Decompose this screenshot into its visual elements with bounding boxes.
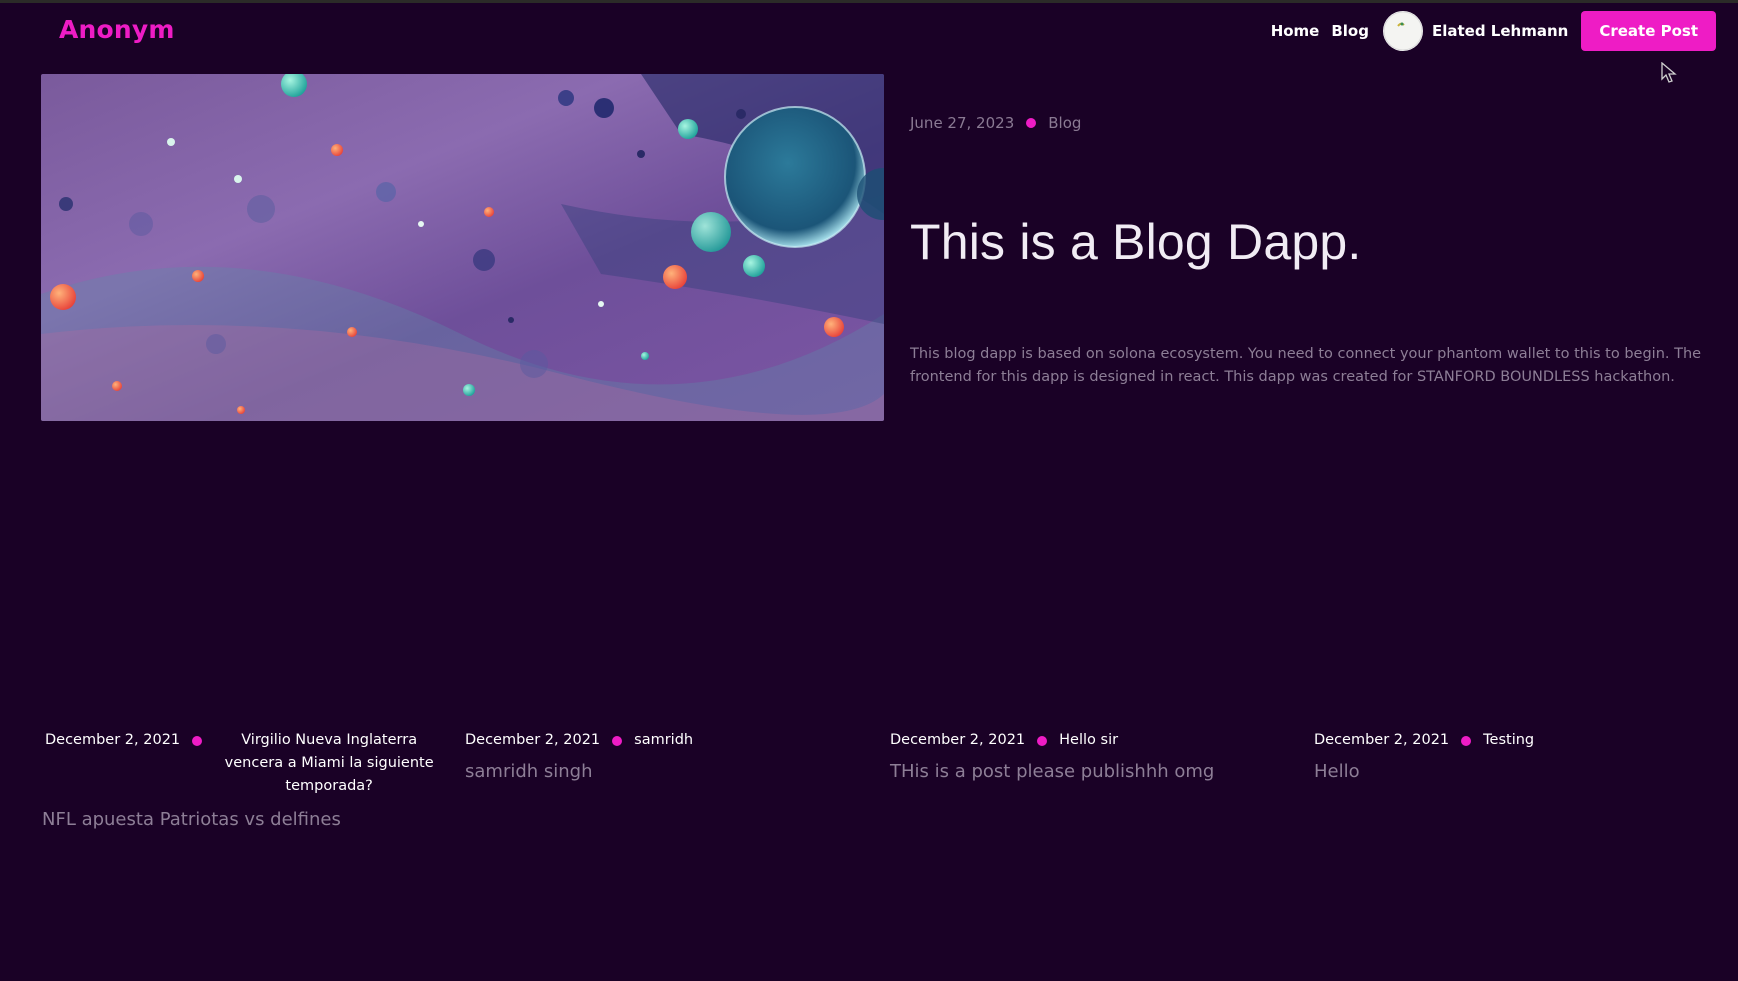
hero-image[interactable] — [41, 74, 884, 421]
page: Anonym Home Blog Elated Lehmann Create P… — [0, 0, 1738, 981]
bullet-dot-icon — [1037, 736, 1048, 746]
hero-meta: June 27, 2023 Blog — [910, 114, 1081, 132]
hero-description: This blog dapp is based on solona ecosys… — [910, 346, 1702, 385]
user-name[interactable]: Elated Lehmann — [1432, 22, 1568, 40]
post-date: December 2, 2021 — [890, 732, 1026, 748]
create-post-button[interactable]: Create Post — [1581, 11, 1716, 51]
bullet-dot-icon — [1026, 118, 1037, 128]
post-title[interactable]: NFL apuesta Patriotas vs delfines — [42, 809, 445, 830]
post-date: December 2, 2021 — [465, 732, 601, 748]
post-title[interactable]: samridh singh — [465, 761, 693, 782]
nav-home-link[interactable]: Home — [1271, 22, 1320, 40]
post-title[interactable]: Hello — [1314, 761, 1534, 782]
post-meta: December 2, 2021 Virgilio Nueva Inglater… — [45, 729, 445, 798]
post-meta: December 2, 2021 Hello sir — [890, 729, 1214, 752]
post-card[interactable]: December 2, 2021 Testing Hello — [1314, 729, 1534, 782]
hero-date: June 27, 2023 — [910, 114, 1015, 132]
hero-title[interactable]: This is a Blog Dapp. — [910, 213, 1361, 271]
post-category: samridh — [634, 732, 694, 748]
nav-blog-link[interactable]: Blog — [1331, 22, 1369, 40]
post-meta: December 2, 2021 samridh — [465, 729, 693, 752]
post-category: Testing — [1483, 732, 1535, 748]
brand-logo[interactable]: Anonym — [59, 15, 175, 44]
post-card[interactable]: December 2, 2021 Virgilio Nueva Inglater… — [42, 729, 445, 830]
post-category: Hello sir — [1059, 732, 1119, 748]
hero-category[interactable]: Blog — [1048, 114, 1081, 132]
bullet-dot-icon — [612, 736, 623, 746]
post-card[interactable]: December 2, 2021 Hello sir THis is a pos… — [890, 729, 1214, 782]
bullet-dot-icon — [192, 736, 203, 746]
post-card[interactable]: December 2, 2021 samridh samridh singh — [465, 729, 693, 782]
post-date: December 2, 2021 — [45, 732, 181, 748]
top-nav: Home Blog Elated Lehmann Create Post — [1271, 10, 1716, 52]
mouse-cursor-icon — [1660, 61, 1678, 88]
avatar-icon[interactable] — [1382, 11, 1423, 51]
post-title[interactable]: THis is a post please publishhh omg — [890, 761, 1214, 782]
bullet-dot-icon — [1461, 736, 1472, 746]
post-date: December 2, 2021 — [1314, 732, 1450, 748]
post-meta: December 2, 2021 Testing — [1314, 729, 1534, 752]
post-category: Virgilio Nueva Inglaterra vencera a Miam… — [224, 732, 434, 794]
